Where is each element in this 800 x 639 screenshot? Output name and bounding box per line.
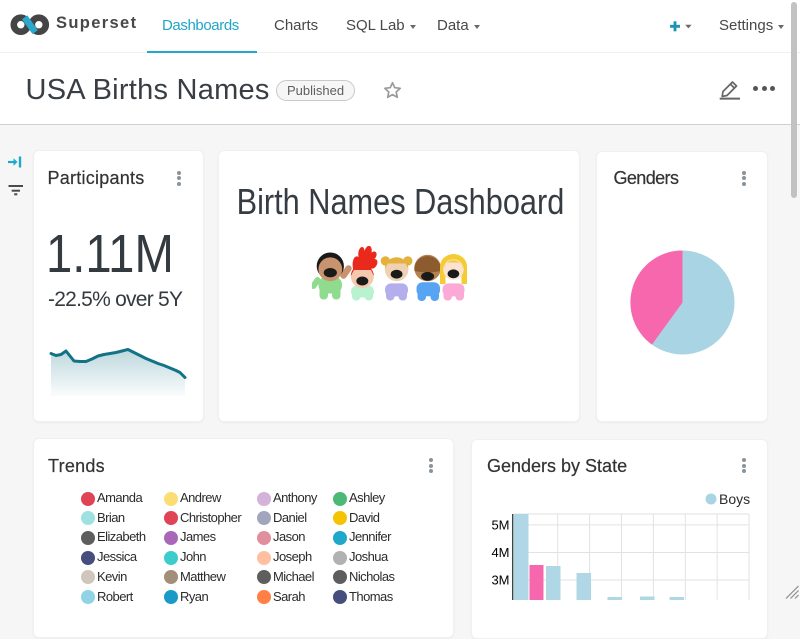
svg-text:5M: 5M xyxy=(491,518,509,533)
svg-text:4M: 4M xyxy=(491,545,509,560)
svg-text:Boys: Boys xyxy=(719,491,750,507)
svg-text:3M: 3M xyxy=(491,573,509,588)
